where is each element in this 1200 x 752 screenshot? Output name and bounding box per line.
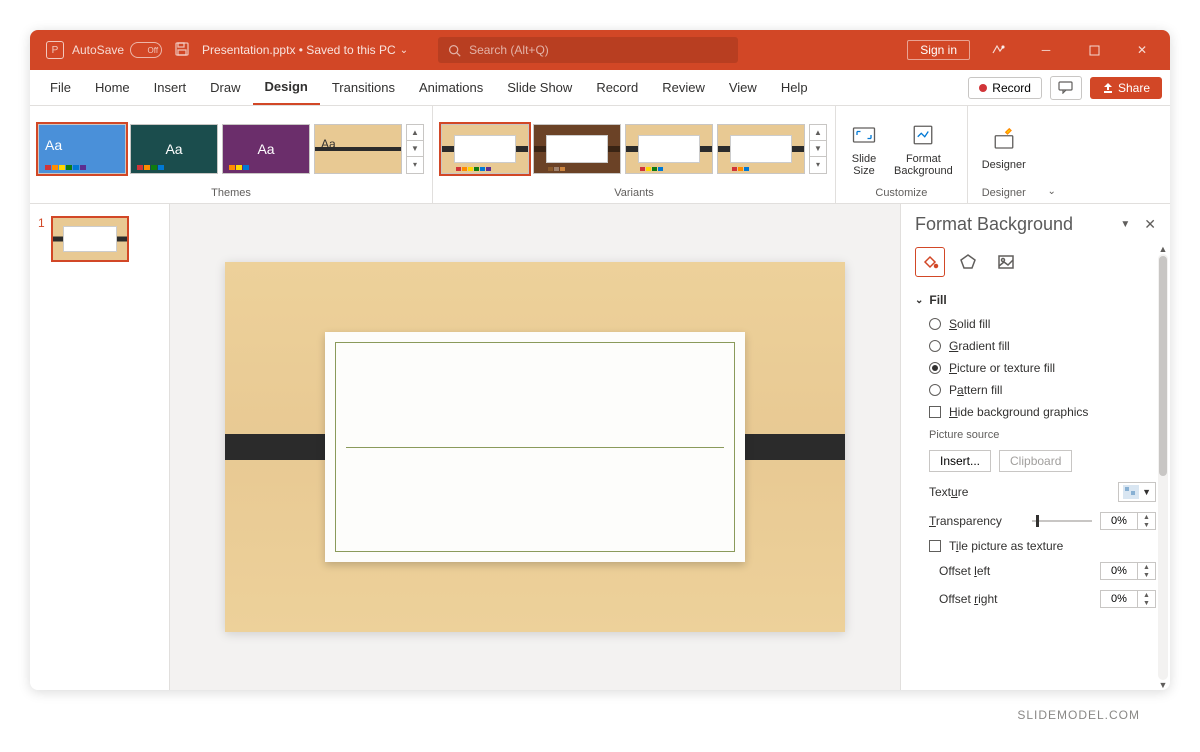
chevron-down-icon: ⌄ bbox=[400, 45, 408, 56]
tab-home[interactable]: Home bbox=[83, 70, 142, 105]
pane-options-dropdown[interactable]: ▼ bbox=[1120, 219, 1130, 230]
theme-thumb-1[interactable]: Aa bbox=[38, 124, 126, 174]
app-window: P AutoSave Off Presentation.pptx • Saved… bbox=[30, 30, 1170, 690]
record-dot-icon bbox=[979, 84, 987, 92]
customize-group-label: Customize bbox=[844, 185, 959, 201]
slide-thumb-preview bbox=[51, 216, 129, 262]
autosave-label: AutoSave bbox=[72, 43, 124, 57]
comment-icon bbox=[1058, 81, 1073, 94]
maximize-button[interactable] bbox=[1074, 35, 1114, 65]
slide-size-icon bbox=[850, 121, 878, 149]
themes-more[interactable]: ▲▼▾ bbox=[406, 124, 424, 174]
watermark: SLIDEMODEL.COM bbox=[30, 708, 1140, 722]
themes-group-label: Themes bbox=[38, 185, 424, 201]
format-background-button[interactable]: Format Background bbox=[888, 117, 959, 181]
offset-left-input[interactable]: ▲▼ bbox=[1100, 562, 1156, 580]
save-icon[interactable] bbox=[174, 41, 190, 60]
texture-swatch-icon bbox=[1123, 485, 1139, 499]
offset-right-input[interactable]: ▲▼ bbox=[1100, 590, 1156, 608]
pentagon-icon bbox=[958, 252, 978, 272]
pattern-fill-radio[interactable]: Pattern fill bbox=[915, 379, 1156, 401]
tab-view[interactable]: View bbox=[717, 70, 769, 105]
autosave-toggle[interactable]: AutoSave Off bbox=[72, 42, 162, 58]
clipboard-button[interactable]: Clipboard bbox=[999, 450, 1072, 472]
search-icon bbox=[448, 44, 461, 57]
title-placeholder[interactable] bbox=[335, 342, 735, 552]
pane-close-button[interactable]: ✕ bbox=[1144, 216, 1156, 233]
sign-in-button[interactable]: Sign in bbox=[907, 40, 970, 60]
slide-size-button[interactable]: Slide Size bbox=[844, 117, 884, 181]
paint-bucket-icon bbox=[920, 252, 940, 272]
tab-record[interactable]: Record bbox=[584, 70, 650, 105]
close-button[interactable]: ✕ bbox=[1122, 35, 1162, 65]
minimize-button[interactable]: ─ bbox=[1026, 35, 1066, 65]
ribbon: Aa Aa Aa Aa ▲▼▾ Themes ▲▼▾ Variants bbox=[30, 106, 1170, 204]
tab-slideshow[interactable]: Slide Show bbox=[495, 70, 584, 105]
tab-draw[interactable]: Draw bbox=[198, 70, 252, 105]
picture-icon bbox=[996, 252, 1016, 272]
transparency-input[interactable]: ▲▼ bbox=[1100, 512, 1156, 530]
document-title[interactable]: Presentation.pptx • Saved to this PC ⌄ bbox=[202, 43, 408, 57]
gradient-fill-radio[interactable]: Gradient fill bbox=[915, 335, 1156, 357]
fill-tab[interactable] bbox=[915, 247, 945, 277]
scroll-thumb[interactable] bbox=[1159, 256, 1167, 476]
slide-canvas-area bbox=[170, 204, 900, 690]
theme-thumb-4[interactable]: Aa bbox=[314, 124, 402, 174]
tab-help[interactable]: Help bbox=[769, 70, 820, 105]
format-bg-icon bbox=[909, 121, 937, 149]
search-input[interactable]: Search (Alt+Q) bbox=[438, 37, 738, 63]
tab-animations[interactable]: Animations bbox=[407, 70, 495, 105]
comments-button[interactable] bbox=[1050, 76, 1082, 100]
picture-source-label: Picture source bbox=[915, 423, 1156, 445]
format-background-pane: Format Background ▼ ✕ ⌄Fill Solid fill G… bbox=[900, 204, 1170, 690]
variant-thumb-1[interactable] bbox=[441, 124, 529, 174]
collapse-ribbon-button[interactable]: ⌄ bbox=[1040, 106, 1064, 203]
insert-picture-button[interactable]: Insert... bbox=[929, 450, 991, 472]
powerpoint-icon: P bbox=[46, 41, 64, 59]
transparency-slider[interactable] bbox=[1032, 514, 1092, 528]
title-bar: P AutoSave Off Presentation.pptx • Saved… bbox=[30, 30, 1170, 70]
variants-group-label: Variants bbox=[441, 185, 827, 201]
theme-thumb-2[interactable]: Aa bbox=[130, 124, 218, 174]
tab-transitions[interactable]: Transitions bbox=[320, 70, 407, 105]
tab-review[interactable]: Review bbox=[650, 70, 717, 105]
variant-thumb-2[interactable] bbox=[533, 124, 621, 174]
pane-title: Format Background bbox=[915, 214, 1120, 235]
designer-icon bbox=[990, 127, 1018, 155]
toggle-switch[interactable]: Off bbox=[130, 42, 162, 58]
hide-bg-checkbox[interactable]: Hide background graphics bbox=[915, 401, 1156, 423]
designer-button[interactable]: Designer bbox=[976, 123, 1032, 175]
texture-picker[interactable]: ▼ bbox=[1118, 482, 1156, 502]
effects-tab[interactable] bbox=[953, 247, 983, 277]
slide-thumbnails: 1 bbox=[30, 204, 170, 690]
tab-file[interactable]: File bbox=[38, 70, 83, 105]
picture-tab[interactable] bbox=[991, 247, 1021, 277]
designer-group-label: Designer bbox=[976, 185, 1032, 201]
solid-fill-radio[interactable]: Solid fill bbox=[915, 313, 1156, 335]
tab-design[interactable]: Design bbox=[253, 70, 320, 105]
variant-thumb-4[interactable] bbox=[717, 124, 805, 174]
variant-thumb-3[interactable] bbox=[625, 124, 713, 174]
fill-section-header[interactable]: ⌄Fill bbox=[915, 287, 1156, 313]
record-button[interactable]: Record bbox=[968, 77, 1042, 99]
chevron-down-icon: ⌄ bbox=[915, 295, 923, 306]
share-button[interactable]: Share bbox=[1090, 77, 1162, 99]
menu-bar: File Home Insert Draw Design Transitions… bbox=[30, 70, 1170, 106]
scroll-down-icon[interactable]: ▼ bbox=[1158, 680, 1168, 690]
slide-thumb-1[interactable]: 1 bbox=[38, 216, 161, 262]
tab-insert[interactable]: Insert bbox=[142, 70, 199, 105]
pane-scrollbar[interactable]: ▲ ▼ bbox=[1158, 254, 1168, 680]
slide[interactable] bbox=[225, 262, 845, 632]
variants-more[interactable]: ▲▼▾ bbox=[809, 124, 827, 174]
scroll-up-icon[interactable]: ▲ bbox=[1158, 244, 1168, 254]
coming-soon-icon[interactable] bbox=[978, 35, 1018, 65]
theme-thumb-3[interactable]: Aa bbox=[222, 124, 310, 174]
picture-fill-radio[interactable]: Picture or texture fill bbox=[915, 357, 1156, 379]
workspace: 1 Format Background ▼ ✕ bbox=[30, 204, 1170, 690]
share-icon bbox=[1102, 82, 1114, 94]
tile-checkbox[interactable]: Tile picture as texture bbox=[915, 535, 1156, 557]
